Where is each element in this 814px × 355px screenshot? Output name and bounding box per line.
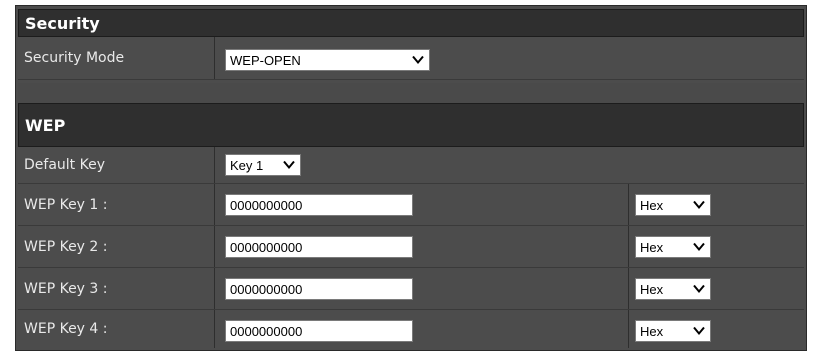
default-key-select[interactable]: Key 1 <box>225 154 301 176</box>
wep-key-value: 0000000000 <box>230 323 303 339</box>
settings-panel: Security Security Mode WEP-OPEN WEP Defa… <box>15 5 807 351</box>
wep-key-row: WEP Key 2 : 0000000000 Hex <box>18 226 804 268</box>
wep-key-input[interactable]: 0000000000 <box>225 194 413 216</box>
column-divider <box>214 184 215 225</box>
column-divider <box>214 310 215 348</box>
section-gap <box>18 83 804 103</box>
security-mode-select[interactable]: WEP-OPEN <box>225 49 430 71</box>
chevron-down-icon <box>693 200 705 210</box>
key-format-value: Hex <box>640 281 664 297</box>
security-mode-row: Security Mode WEP-OPEN <box>18 37 804 80</box>
chevron-down-icon <box>283 160 295 170</box>
column-divider <box>628 268 629 309</box>
chevron-down-icon <box>693 326 705 336</box>
column-divider <box>214 147 215 183</box>
key-format-value: Hex <box>640 239 664 255</box>
key-format-select[interactable]: Hex <box>635 194 711 216</box>
wep-key-row: WEP Key 1 : 0000000000 Hex <box>18 184 804 226</box>
default-key-value: Key 1 <box>230 157 264 173</box>
chevron-down-icon <box>693 284 705 294</box>
wep-key-input[interactable]: 0000000000 <box>225 320 413 342</box>
column-divider <box>628 184 629 225</box>
column-divider <box>214 226 215 267</box>
wep-header-title: WEP <box>25 115 66 135</box>
wep-key-input[interactable]: 0000000000 <box>225 278 413 300</box>
wep-key-value: 0000000000 <box>230 281 303 297</box>
wep-key-row: WEP Key 3 : 0000000000 Hex <box>18 268 804 310</box>
key-format-value: Hex <box>640 197 664 213</box>
column-divider <box>628 310 629 348</box>
security-section-header: Security <box>18 9 804 37</box>
column-divider <box>214 268 215 309</box>
chevron-down-icon <box>412 55 424 65</box>
column-divider <box>214 37 215 79</box>
wep-key-value: 0000000000 <box>230 239 303 255</box>
wep-key-label: WEP Key 4 : <box>24 321 108 337</box>
key-format-value: Hex <box>640 323 664 339</box>
wep-key-row: WEP Key 4 : 0000000000 Hex <box>18 310 804 348</box>
wep-key-label: WEP Key 3 : <box>24 280 108 297</box>
wep-key-label: WEP Key 2 : <box>24 238 108 255</box>
key-format-select[interactable]: Hex <box>635 236 711 258</box>
security-mode-value: WEP-OPEN <box>230 52 301 68</box>
wep-key-label: WEP Key 1 : <box>24 196 108 213</box>
chevron-down-icon <box>693 242 705 252</box>
default-key-row: Default Key Key 1 <box>18 147 804 184</box>
column-divider <box>628 226 629 267</box>
security-header-title: Security <box>25 13 100 33</box>
key-format-select[interactable]: Hex <box>635 278 711 300</box>
wep-key-value: 0000000000 <box>230 197 303 213</box>
wep-key-input[interactable]: 0000000000 <box>225 236 413 258</box>
default-key-label: Default Key <box>24 157 105 173</box>
security-mode-label: Security Mode <box>24 50 125 66</box>
key-format-select[interactable]: Hex <box>635 320 711 342</box>
wep-section-header: WEP <box>18 103 804 147</box>
